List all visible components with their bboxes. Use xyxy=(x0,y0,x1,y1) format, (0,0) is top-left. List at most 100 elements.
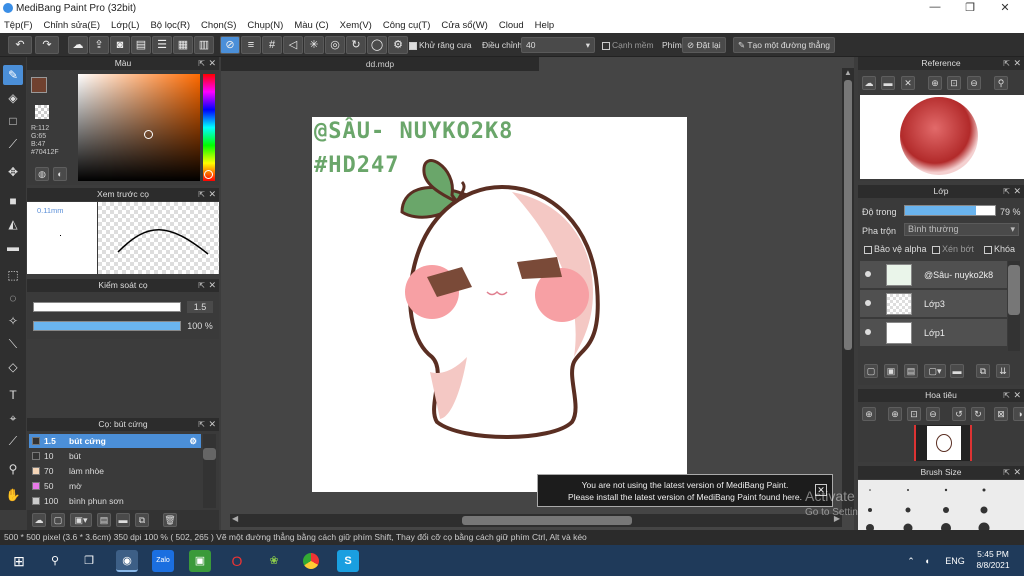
snap-grid-icon[interactable]: # xyxy=(262,36,282,54)
duplicate-icon[interactable]: ⧉ xyxy=(135,513,149,527)
cloud-brush-icon[interactable]: ☁ xyxy=(32,513,46,527)
new-halftone-layer-icon[interactable]: ▣ xyxy=(884,364,898,378)
zoom-out-icon[interactable]: ⊖ xyxy=(967,76,981,90)
brush-tool-icon[interactable]: ✎ xyxy=(3,65,23,85)
horizontal-scrollbar[interactable]: ◀ ▶ xyxy=(230,514,842,527)
brush-size-value[interactable]: 1.5 xyxy=(187,301,213,313)
snap-off-icon[interactable]: ⊘ xyxy=(220,36,240,54)
menu-select[interactable]: Chọn(S) xyxy=(201,20,236,31)
chevron-up-icon[interactable]: ⌃ xyxy=(905,550,917,572)
eyedropper-icon[interactable]: ⚲ xyxy=(994,76,1008,90)
layer-row[interactable]: Lớp1 xyxy=(860,319,1007,347)
undock-icon[interactable]: ⇱ xyxy=(198,188,205,201)
redo-icon[interactable]: ↷ xyxy=(35,36,59,54)
visibility-icon[interactable] xyxy=(865,271,871,277)
brush-item[interactable]: 70 làm nhòe xyxy=(29,464,201,478)
new-layer-icon[interactable]: ▢ xyxy=(864,364,878,378)
add-layer-dropdown-icon[interactable]: ▢▾ xyxy=(924,364,946,378)
layer-row[interactable]: Lớp3 xyxy=(860,290,1007,318)
color-picker-handle[interactable] xyxy=(144,130,153,139)
edge-toggle[interactable]: Cạnh mềm xyxy=(602,40,654,50)
move-tool-icon[interactable]: ✥ xyxy=(3,162,23,182)
undock-icon[interactable]: ⇱ xyxy=(198,279,205,292)
maximize-button[interactable]: ❐ xyxy=(955,1,985,14)
bucket-tool-icon[interactable]: ◭ xyxy=(3,214,23,234)
blend-mode-select[interactable]: Bình thường ▾ xyxy=(904,223,1019,236)
create-line-button[interactable]: ✎ Tạo một đường thẳng xyxy=(733,37,835,53)
snap-parallel-icon[interactable]: ≡ xyxy=(241,36,261,54)
scrollbar-thumb[interactable] xyxy=(1008,265,1020,315)
rotate-left-icon[interactable]: ↺ xyxy=(952,407,966,421)
scrollbar-thumb[interactable] xyxy=(844,80,852,350)
divide-tool-icon[interactable]: ⟋ xyxy=(3,431,23,451)
layer-folder-icon[interactable]: ▬ xyxy=(950,364,964,378)
document-tab[interactable]: dd.mdp xyxy=(221,57,539,71)
menu-edit[interactable]: Chỉnh sửa(E) xyxy=(44,20,101,31)
undock-icon[interactable]: ⇱ xyxy=(198,418,205,431)
adjust-select[interactable]: 40 ▾ xyxy=(521,37,595,53)
snap-radial-icon[interactable]: ✳ xyxy=(304,36,324,54)
select-eraser-tool-icon[interactable]: ◇ xyxy=(3,357,23,377)
brush-list-scrollbar[interactable] xyxy=(203,434,216,508)
menu-window[interactable]: Cửa sổ(W) xyxy=(441,20,487,31)
snap-ellipse-icon[interactable]: ◯ xyxy=(367,36,387,54)
visibility-icon[interactable] xyxy=(865,300,871,306)
cloud-upload-icon[interactable]: ☁ xyxy=(68,36,88,54)
snap-curve-icon[interactable]: ↻ xyxy=(346,36,366,54)
snap-settings-icon[interactable]: ⚙ xyxy=(388,36,408,54)
new-8bit-layer-icon[interactable]: ▤ xyxy=(904,364,918,378)
chrome-taskbar-icon[interactable] xyxy=(300,550,322,572)
clipping-toggle[interactable]: Xén bớt xyxy=(932,244,974,254)
flip-icon[interactable]: ◑ xyxy=(1013,407,1024,421)
zoom-out-icon[interactable]: ⊖ xyxy=(926,407,940,421)
operation-tool-icon[interactable]: ⌖ xyxy=(3,408,23,428)
lock-toggle[interactable]: Khóa xyxy=(984,244,1015,254)
visibility-icon[interactable] xyxy=(865,329,871,335)
layout-icon[interactable]: ▥ xyxy=(194,36,214,54)
menu-file[interactable]: Tệp(F) xyxy=(4,20,33,31)
undock-icon[interactable]: ⇱ xyxy=(1003,57,1010,70)
protect-alpha-toggle[interactable]: Bảo vệ alpha xyxy=(864,244,927,254)
undo-icon[interactable]: ↶ xyxy=(8,36,32,54)
layer-opacity-slider[interactable] xyxy=(904,205,996,216)
saturation-value-picker[interactable] xyxy=(78,74,200,181)
minimize-button[interactable]: — xyxy=(920,1,950,13)
gradient-tool-icon[interactable]: ▬ xyxy=(3,237,23,257)
brush-item[interactable]: 50 mờ xyxy=(29,479,201,493)
medibang-taskbar-icon[interactable]: ◉ xyxy=(116,550,138,572)
menu-color[interactable]: Màu (C) xyxy=(294,20,328,31)
panel-close-icon[interactable]: ✕ xyxy=(1013,185,1021,198)
layer-scrollbar[interactable] xyxy=(1008,261,1020,351)
app-taskbar-icon[interactable]: ▣ xyxy=(189,550,211,572)
scroll-up-icon[interactable]: ▲ xyxy=(844,68,852,77)
menu-snap[interactable]: Chụp(N) xyxy=(247,20,283,31)
brush-size-slider[interactable] xyxy=(33,302,181,312)
duplicate-layer-icon[interactable]: ⧉ xyxy=(976,364,990,378)
gear-icon[interactable]: ⚙ xyxy=(189,434,197,448)
edge-checkbox[interactable] xyxy=(602,41,610,50)
close-reference-icon[interactable]: ✕ xyxy=(901,76,915,90)
undock-icon[interactable]: ⇱ xyxy=(1003,466,1010,479)
folder-icon[interactable]: ▬ xyxy=(116,513,130,527)
list-icon[interactable]: ☰ xyxy=(152,36,172,54)
fit-icon[interactable]: ⊡ xyxy=(907,407,921,421)
scroll-left-icon[interactable]: ◀ xyxy=(232,514,238,523)
transparent-color-swatch[interactable] xyxy=(35,105,49,119)
undock-icon[interactable]: ⇱ xyxy=(1003,185,1010,198)
magic-wand-tool-icon[interactable]: ✧ xyxy=(3,311,23,331)
line-tool-icon[interactable]: ⟋ xyxy=(3,134,23,154)
lock-checkbox[interactable] xyxy=(984,245,992,254)
new-brush-icon[interactable]: ▢ xyxy=(51,513,65,527)
merge-layer-icon[interactable]: ⇊ xyxy=(996,364,1010,378)
lasso-tool-icon[interactable]: ◌ xyxy=(3,288,23,308)
grid-icon[interactable]: ▦ xyxy=(173,36,193,54)
zoom-in-icon[interactable]: ⊕ xyxy=(928,76,942,90)
zalo-taskbar-icon[interactable]: Zalo xyxy=(152,550,174,572)
undock-icon[interactable]: ⇱ xyxy=(198,57,205,70)
clipping-checkbox[interactable] xyxy=(932,245,940,254)
panel-close-icon[interactable]: ✕ xyxy=(1013,57,1021,70)
text-tool-icon[interactable]: T xyxy=(3,385,23,405)
clock[interactable]: 5:45 PM 8/8/2021 xyxy=(972,549,1014,571)
menu-tools[interactable]: Công cụ(T) xyxy=(383,20,431,31)
menu-cloud[interactable]: Cloud xyxy=(499,20,524,31)
